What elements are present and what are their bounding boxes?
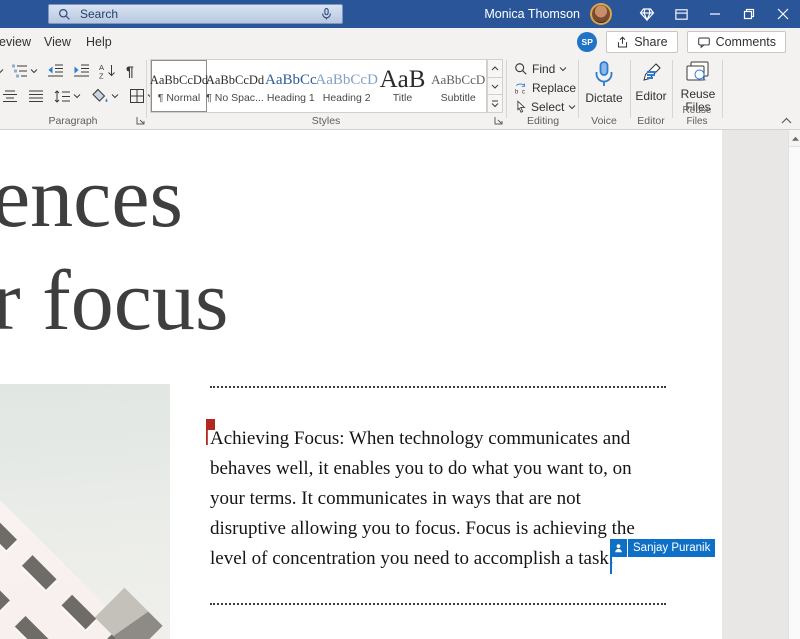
collaborator-presence-badge[interactable]: SP [577,32,597,52]
share-button[interactable]: Share [606,31,677,53]
paragraph-dialog-launcher-icon[interactable] [136,116,145,125]
tab-review[interactable]: Review [0,28,31,56]
comment-icon [697,36,711,49]
align-center-button[interactable] [0,88,20,104]
ribbon-tab-row: Review View Help SP Share Comments [0,28,800,56]
editor-button[interactable]: Editor [632,60,670,103]
svg-text:c: c [522,88,525,95]
collaborator-name: Sanjay Puranik [628,539,715,557]
increase-indent-button[interactable] [71,62,92,80]
styles-gallery-scroll [487,59,503,113]
chevron-down-icon[interactable] [0,68,4,74]
restore-button[interactable] [732,0,766,28]
editor-group-label: Editor [630,115,672,127]
paragraph-group-row1: AZ ¶ [0,62,136,80]
gallery-scroll-down-icon[interactable] [487,78,503,96]
document-canvas-margin [722,130,788,639]
collapse-ribbon-icon[interactable] [781,117,792,124]
style-heading-1[interactable]: AaBbCc Heading 1 [263,60,319,112]
paragraph-group-label: Paragraph [0,115,146,127]
style-title[interactable]: AaB Title [375,60,431,112]
building-shape [0,500,170,639]
line-spacing-button[interactable] [52,88,83,105]
shading-button[interactable] [89,87,121,105]
ribbon: AZ ¶ Paragraph [0,56,800,130]
styles-gallery: AaBbCcDd ¶ Normal AaBbCcDd ¶ No Spac... … [150,59,487,113]
find-button[interactable]: Find [514,60,567,78]
replace-icon: bc [514,81,528,95]
building-photo[interactable] [0,384,170,639]
decrease-indent-button[interactable] [45,62,66,80]
dictate-button[interactable]: Dictate [582,60,626,105]
svg-text:b: b [515,88,519,95]
comments-button[interactable]: Comments [687,31,786,53]
reuse-files-icon [685,60,711,84]
select-button[interactable]: Select [514,98,576,116]
paragraph-bottom-dotted-border [210,603,666,605]
style-subtitle[interactable]: AaBbCcD Subtitle [430,60,486,112]
search-input[interactable]: Search [48,4,343,24]
justify-button[interactable] [26,88,46,104]
style-no-spacing[interactable]: AaBbCcDd ¶ No Spac... [207,60,263,112]
styles-dialog-launcher-icon[interactable] [494,116,503,125]
replace-button[interactable]: bc Replace [514,79,576,97]
minimize-button[interactable] [698,0,732,28]
search-voice-icon[interactable] [320,7,333,21]
collaborator-caret [610,557,612,574]
dictate-mic-icon [592,60,616,88]
editing-group-label: Editing [508,115,578,127]
reuse-files-group-label: Reuse Files [672,105,722,127]
search-icon [58,8,71,21]
tab-help[interactable]: Help [86,28,112,56]
avatar[interactable] [590,3,612,25]
editor-pencil-icon [638,60,664,86]
style-normal[interactable]: AaBbCcDd ¶ Normal [151,60,207,112]
scroll-up-icon[interactable] [789,130,800,147]
account-user-name[interactable]: Monica Thomson [484,7,580,21]
paragraph-group-row2 [0,87,157,105]
close-button[interactable] [766,0,800,28]
word-window: Search Monica Thomson [0,0,800,639]
style-heading-2[interactable]: AaBbCcD Heading 2 [319,60,375,112]
person-icon [610,539,628,557]
sort-button[interactable]: AZ [97,62,119,80]
ribbon-display-options-icon[interactable] [664,0,698,28]
collaborator-cursor-label[interactable]: Sanjay Puranik [610,539,715,557]
gallery-scroll-up-icon[interactable] [487,59,503,78]
vertical-scrollbar[interactable] [788,130,800,639]
premium-diamond-icon[interactable] [630,0,664,28]
document-heading: encesr focus [0,146,228,352]
find-icon [514,62,528,76]
share-icon [616,36,629,49]
title-bar: Search Monica Thomson [0,0,800,28]
voice-group-label: Voice [580,115,628,127]
chevron-down-icon [568,104,576,110]
tab-view[interactable]: View [44,28,71,56]
document-paragraph[interactable]: Achieving Focus: When technology communi… [210,424,635,574]
multilevel-list-button[interactable] [9,62,40,80]
show-formatting-marks-button[interactable]: ¶ [124,62,136,80]
select-cursor-icon [514,100,527,114]
styles-group-label: Styles [146,115,506,127]
chevron-down-icon [559,66,567,72]
paragraph-top-dotted-border [210,386,666,388]
svg-text:Z: Z [99,72,104,80]
search-placeholder: Search [80,7,118,21]
gallery-more-icon[interactable] [487,95,503,113]
